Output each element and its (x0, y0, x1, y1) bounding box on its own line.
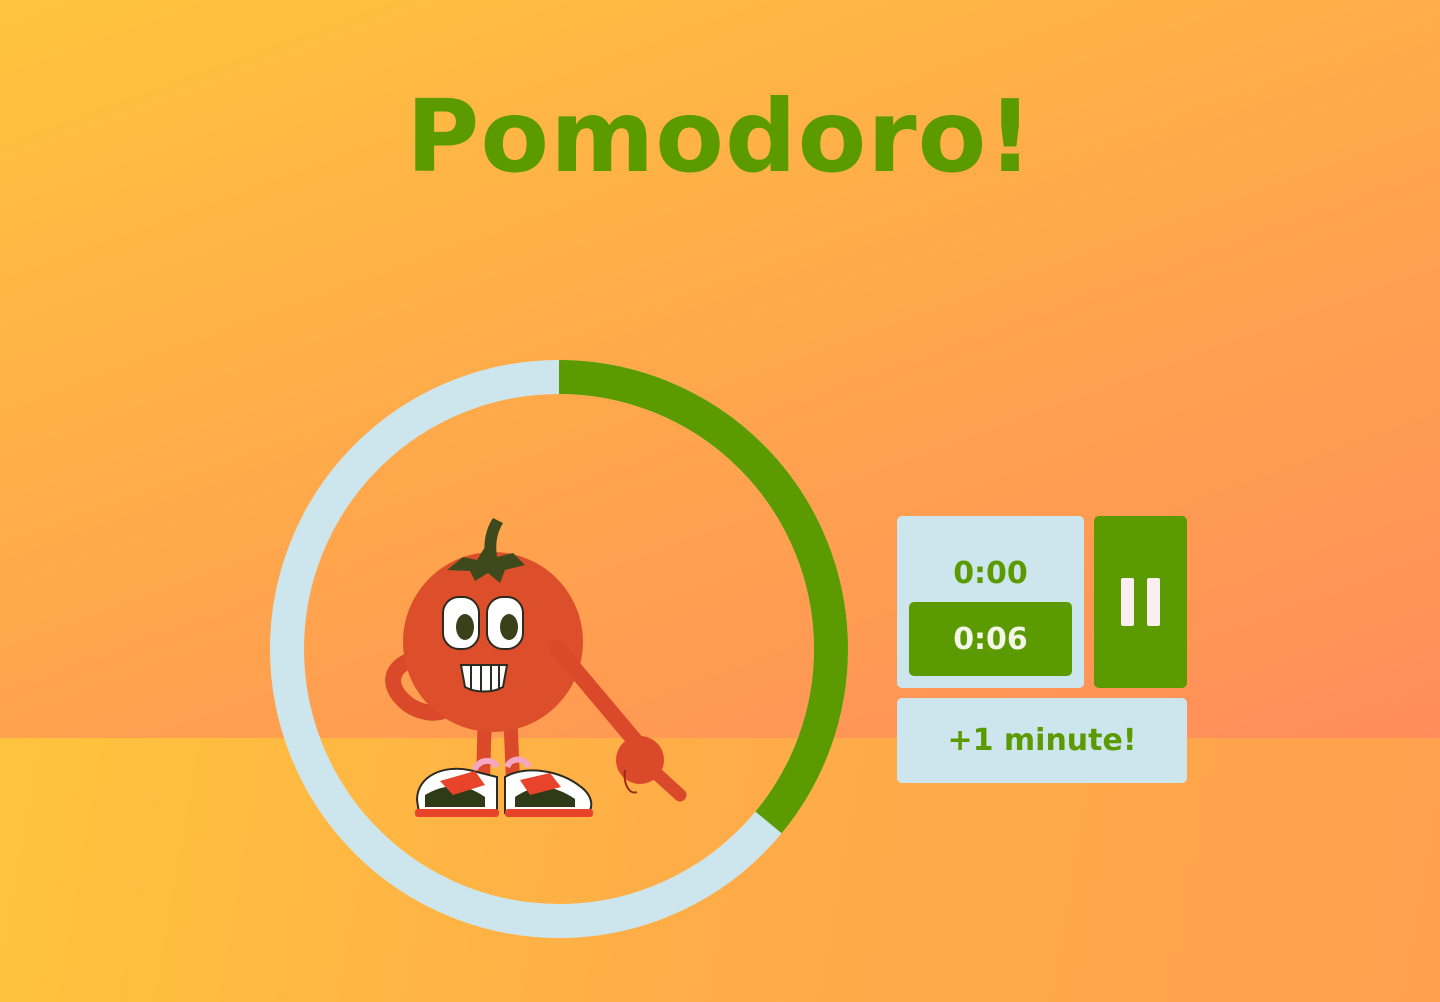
time-display-panel: 0:00 0:06 (897, 516, 1084, 688)
page-title: Pomodoro! (406, 78, 1034, 195)
pause-button[interactable] (1094, 516, 1187, 688)
elapsed-time-display: 0:06 (909, 602, 1072, 676)
tomato-mascot-illustration (385, 515, 695, 820)
add-minute-button[interactable]: +1 minute! (897, 698, 1187, 783)
total-time-label: 0:00 (953, 556, 1028, 591)
